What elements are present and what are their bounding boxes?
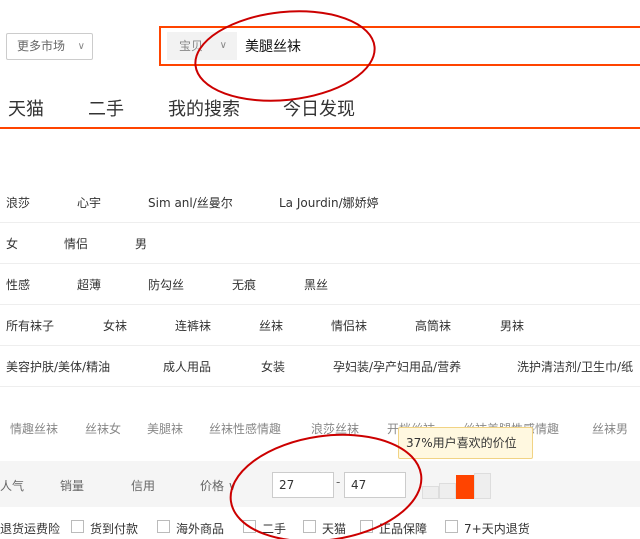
brand-item[interactable]: 浪莎 (6, 194, 30, 211)
checkbox[interactable] (360, 520, 373, 533)
market-category-item[interactable]: 女装 (261, 358, 285, 375)
sort-bar: 人气 销量 信用 价格 ∨ 27 - 47 (0, 461, 640, 507)
price-min-input[interactable]: 27 (272, 472, 334, 498)
related-search-link[interactable]: 丝袜性感情趣 (209, 420, 281, 437)
service-label[interactable]: 海外商品 (176, 520, 224, 537)
tab-my-search[interactable]: 我的搜索 (168, 95, 240, 121)
service-label[interactable]: 货到付款 (90, 520, 138, 537)
checkbox[interactable] (243, 520, 256, 533)
histogram-bar[interactable] (422, 486, 439, 499)
related-search-link[interactable]: 浪莎丝袜 (311, 420, 359, 437)
histogram-bar-highlight[interactable] (456, 475, 474, 499)
brand-item[interactable]: La Jourdin/娜娇婷 (279, 194, 379, 211)
market-category-row: 美容护肤/美体/精油 成人用品 女装 孕妇装/孕产妇用品/营养 洗护清洁剂/卫生… (0, 346, 640, 387)
category-item[interactable]: 男袜 (500, 317, 524, 334)
style-item[interactable]: 超薄 (77, 276, 101, 293)
style-row: 性感 超薄 防勾丝 无痕 黑丝 (0, 264, 640, 305)
sort-sales[interactable]: 销量 (60, 477, 84, 494)
style-item[interactable]: 无痕 (232, 276, 256, 293)
brand-item[interactable]: 心宇 (77, 194, 101, 211)
chevron-down-icon: ∨ (224, 479, 237, 493)
market-category-item[interactable]: 洗护清洁剂/卫生巾/纸 (517, 358, 633, 375)
search-input[interactable]: 美腿丝袜 (245, 36, 301, 56)
related-search-link[interactable]: 丝袜女 (85, 420, 121, 437)
category-row: 所有袜子 女袜 连裤袜 丝袜 情侣袜 高筒袜 男袜 (0, 305, 640, 346)
search-type-label: 宝贝 (179, 39, 204, 53)
category-item[interactable]: 女袜 (103, 317, 127, 334)
histogram-bar[interactable] (474, 473, 491, 499)
histogram-bar[interactable] (439, 483, 456, 499)
price-range-dash: - (336, 475, 341, 489)
gender-item[interactable]: 情侣 (64, 235, 88, 252)
sort-credit[interactable]: 信用 (131, 477, 155, 494)
nav-tabs: 天猫 二手 我的搜索 今日发现 (0, 95, 640, 129)
category-item[interactable]: 连裤袜 (175, 317, 211, 334)
checkbox[interactable] (445, 520, 458, 533)
tab-secondhand[interactable]: 二手 (88, 95, 124, 121)
category-item[interactable]: 丝袜 (259, 317, 283, 334)
category-item[interactable]: 高筒袜 (415, 317, 451, 334)
search-type-select[interactable]: 宝贝 ∨ (167, 32, 237, 60)
category-item[interactable]: 所有袜子 (6, 317, 54, 334)
service-label[interactable]: 天猫 (322, 520, 346, 537)
service-label[interactable]: 正品保障 (379, 520, 427, 537)
related-search-link[interactable]: 情趣丝袜 (10, 420, 58, 437)
price-tooltip: 37%用户喜欢的价位 (398, 427, 533, 459)
market-select-label: 更多市场 (17, 39, 66, 53)
brand-item[interactable]: Sim anl/丝曼尔 (148, 194, 233, 211)
gender-item[interactable]: 女 (6, 235, 18, 252)
chevron-down-icon: ∨ (219, 40, 227, 51)
service-label[interactable]: 7+天内退货 (464, 520, 530, 537)
tab-tmall[interactable]: 天猫 (8, 95, 44, 121)
tab-today-discover[interactable]: 今日发现 (283, 95, 355, 121)
style-item[interactable]: 黑丝 (304, 276, 328, 293)
category-item[interactable]: 情侣袜 (331, 317, 367, 334)
gender-item[interactable]: 男 (135, 235, 147, 252)
sort-price-label: 价格 (200, 479, 225, 493)
price-max-input[interactable]: 47 (344, 472, 406, 498)
checkbox[interactable] (157, 520, 170, 533)
style-item[interactable]: 性感 (6, 276, 30, 293)
related-search-link[interactable]: 丝袜男 (592, 420, 628, 437)
service-label[interactable]: 退货运费险 (0, 520, 60, 537)
chevron-down-icon: ∨ (77, 41, 85, 52)
checkbox[interactable] (71, 520, 84, 533)
service-label[interactable]: 二手 (262, 520, 286, 537)
sort-price[interactable]: 价格 ∨ (200, 477, 237, 494)
market-category-item[interactable]: 美容护肤/美体/精油 (6, 358, 110, 375)
market-category-item[interactable]: 成人用品 (163, 358, 211, 375)
price-distribution-histogram[interactable] (422, 473, 492, 499)
market-select[interactable]: 更多市场 ∨ (6, 33, 93, 60)
checkbox[interactable] (303, 520, 316, 533)
gender-row: 女 情侣 男 (0, 223, 640, 264)
style-item[interactable]: 防勾丝 (148, 276, 184, 293)
search-box[interactable]: 宝贝 ∨ 美腿丝袜 (159, 26, 640, 66)
market-category-item[interactable]: 孕妇装/孕产妇用品/营养 (333, 358, 461, 375)
sort-popularity[interactable]: 人气 (0, 477, 24, 494)
brand-row: 浪莎 心宇 Sim anl/丝曼尔 La Jourdin/娜娇婷 (0, 182, 640, 223)
related-search-link[interactable]: 美腿袜 (147, 420, 183, 437)
